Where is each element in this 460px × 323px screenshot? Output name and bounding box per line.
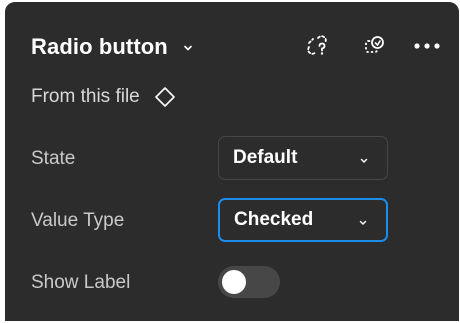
chevron-down-icon bbox=[182, 41, 194, 53]
chevron-down-icon bbox=[358, 215, 368, 225]
value-type-label: Value Type bbox=[31, 210, 125, 231]
properties-panel: Radio button From this file State Defaul… bbox=[5, 2, 459, 321]
chevron-down-icon bbox=[359, 153, 369, 163]
value-type-value: Checked bbox=[234, 209, 314, 230]
swap-instance-icon bbox=[362, 32, 388, 63]
state-value: Default bbox=[233, 147, 298, 168]
component-title-dropdown[interactable]: Radio button bbox=[31, 34, 194, 60]
component-title: Radio button bbox=[31, 34, 168, 59]
source-label: From this file bbox=[31, 86, 140, 107]
more-options-button[interactable] bbox=[412, 32, 442, 62]
detach-instance-button[interactable] bbox=[302, 32, 332, 62]
swap-instance-button[interactable] bbox=[360, 32, 390, 62]
detach-instance-icon bbox=[304, 32, 330, 63]
value-type-select[interactable]: Checked bbox=[218, 198, 388, 242]
state-select[interactable]: Default bbox=[218, 136, 388, 180]
component-diamond-icon bbox=[154, 86, 176, 108]
more-options-icon bbox=[413, 38, 441, 56]
show-label-label: Show Label bbox=[31, 272, 131, 293]
component-source[interactable]: From this file bbox=[31, 86, 176, 108]
panel-header: Radio button bbox=[5, 2, 459, 90]
toggle-knob bbox=[222, 270, 246, 294]
state-label: State bbox=[31, 148, 76, 169]
show-label-toggle[interactable] bbox=[218, 266, 280, 298]
